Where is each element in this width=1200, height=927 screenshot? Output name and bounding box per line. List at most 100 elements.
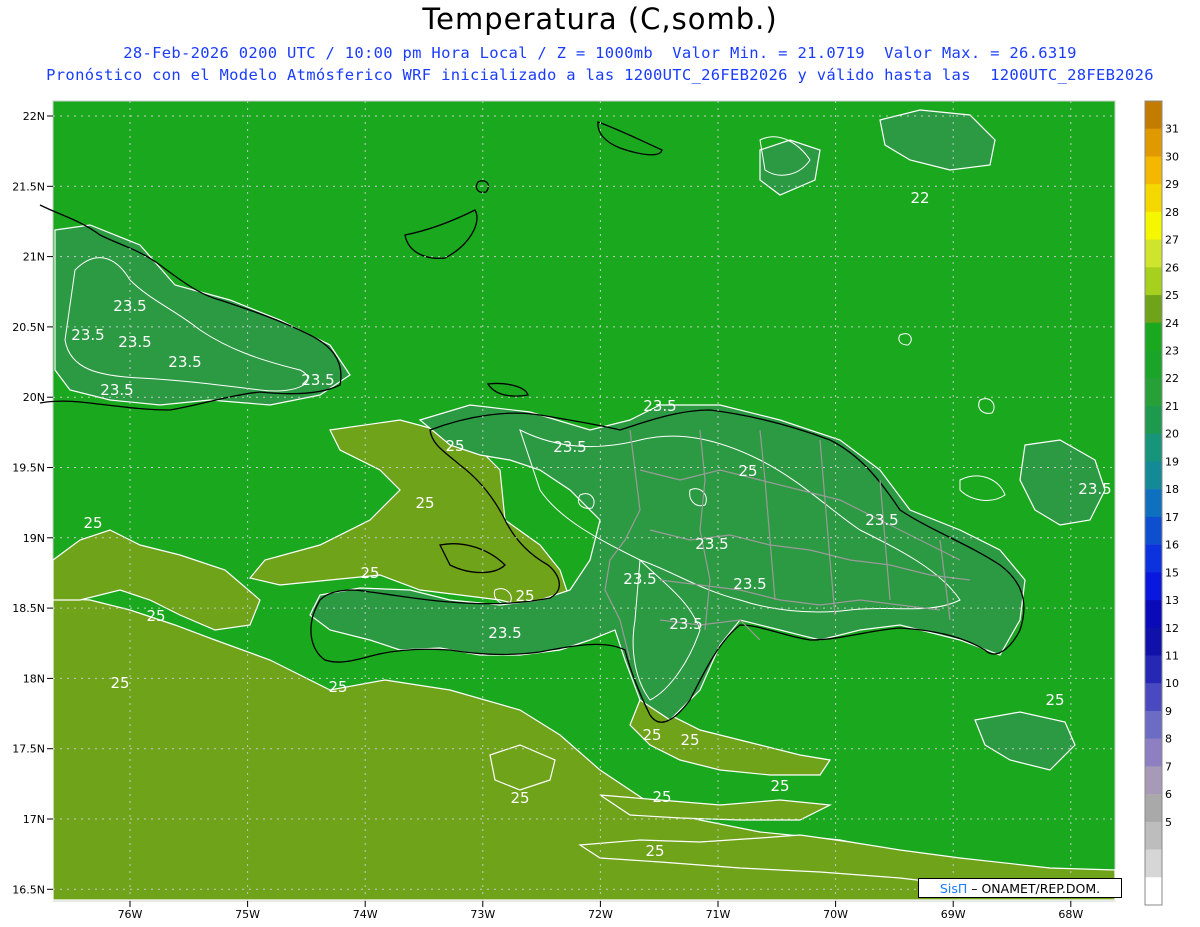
colorbar-label: 29 xyxy=(1165,178,1179,191)
contour-label: 23.5 xyxy=(301,371,334,389)
contour-label: 25 xyxy=(645,842,664,860)
lon-tick-label: 76W xyxy=(118,908,143,921)
colorbar-label: 26 xyxy=(1165,261,1179,274)
contour-label: 25 xyxy=(328,678,347,696)
contour-label: 23.5 xyxy=(168,353,201,371)
colorbar-label: 25 xyxy=(1165,289,1179,302)
lon-tick-label: 72W xyxy=(588,908,613,921)
lat-tick-label: 18.5N xyxy=(12,602,45,615)
colorbar-swatch xyxy=(1145,461,1162,490)
colorbar-label: 23 xyxy=(1165,345,1179,358)
colorbar-swatch xyxy=(1145,378,1162,407)
latitude-labels: 22N 21.5N 21N 20.5N 20N 19.5N 19N 18.5N 18N 17.5N… xyxy=(12,110,45,896)
contour-label: 25 xyxy=(360,564,379,582)
contour-label: 23.5 xyxy=(71,326,104,344)
lat-tick-label: 17N xyxy=(23,813,45,826)
lon-tick-label: 70W xyxy=(823,908,848,921)
colorbar-swatch xyxy=(1145,433,1162,462)
colorbar-swatch xyxy=(1145,156,1162,185)
colorbar-swatch xyxy=(1145,295,1162,324)
colorbar-label: 22 xyxy=(1165,372,1179,385)
contour-label: 23.5 xyxy=(669,615,702,633)
lat-tick-label: 20N xyxy=(23,391,45,404)
contour-label: 23.5 xyxy=(553,438,586,456)
lat-tick-label: 18N xyxy=(23,672,45,685)
subtitle-time-and-range: 28-Feb-2026 0200 UTC / 10:00 pm Hora Loc… xyxy=(123,44,1077,62)
contour-label: 25 xyxy=(445,437,464,455)
contour-label: 25 xyxy=(652,788,671,806)
temperature-map: 22N 21.5N 21N 20.5N 20N 19.5N 19N 18.5N 18N 17.5N… xyxy=(12,100,1179,921)
colorbar-swatch xyxy=(1145,322,1162,351)
colorbar-label: 21 xyxy=(1165,400,1179,413)
colorbar: 31 30 29 28 27 26 25 24 23 22 21 20 19 18 17 16 15 13 12 11… xyxy=(1144,100,1179,906)
contour-label: 25 xyxy=(110,674,129,692)
lat-tick-label: 21.5N xyxy=(12,180,45,193)
longitude-labels: 76W 75W 74W 73W 72W 71W 70W 69W 68W xyxy=(118,908,1084,921)
colorbar-swatch xyxy=(1145,572,1162,601)
colorbar-swatch xyxy=(1145,683,1162,712)
colorbar-label: 7 xyxy=(1165,760,1172,773)
colorbar-label: 5 xyxy=(1165,816,1172,829)
lon-tick-label: 69W xyxy=(941,908,966,921)
colorbar-swatch xyxy=(1145,239,1162,268)
colorbar-swatch xyxy=(1145,877,1162,906)
credit-separator: – xyxy=(971,881,982,896)
contour-label: 25 xyxy=(415,494,434,512)
lon-tick-label: 74W xyxy=(353,908,378,921)
contour-label: 23.5 xyxy=(865,511,898,529)
colorbar-label: 12 xyxy=(1165,622,1179,635)
colorbar-swatch xyxy=(1145,128,1162,157)
colorbar-label: 19 xyxy=(1165,455,1179,468)
subtitle-model-info: Pronóstico con el Modelo Atmósferico WRF… xyxy=(46,66,1154,84)
lat-tick-label: 22N xyxy=(23,110,45,123)
contour-label: 22 xyxy=(910,189,929,207)
lat-tick-label: 19.5N xyxy=(12,462,45,475)
colorbar-swatch xyxy=(1145,710,1162,739)
lon-tick-label: 73W xyxy=(470,908,495,921)
colorbar-swatch xyxy=(1145,766,1162,795)
lat-tick-label: 19N xyxy=(23,532,45,545)
lon-tick-label: 68W xyxy=(1058,908,1083,921)
map-title: Temperatura (C,somb.) xyxy=(422,2,778,36)
lat-tick-label: 16.5N xyxy=(12,883,45,896)
lat-tick-label: 17.5N xyxy=(12,743,45,756)
contour-label: 23.5 xyxy=(643,397,676,415)
colorbar-swatch xyxy=(1145,350,1162,379)
colorbar-label: 11 xyxy=(1165,649,1179,662)
colorbar-label: 24 xyxy=(1165,317,1179,330)
colorbar-swatch xyxy=(1145,600,1162,629)
contour-label: 23.5 xyxy=(488,624,521,642)
colorbar-label: 8 xyxy=(1165,733,1172,746)
colorbar-label: 30 xyxy=(1165,150,1179,163)
colorbar-label: 20 xyxy=(1165,428,1179,441)
colorbar-label: 13 xyxy=(1165,594,1179,607)
contour-label: 25 xyxy=(738,462,757,480)
colorbar-label: 28 xyxy=(1165,206,1179,219)
colorbar-swatch xyxy=(1145,516,1162,545)
colorbar-label: 6 xyxy=(1165,788,1172,801)
colorbar-label: 9 xyxy=(1165,705,1172,718)
contour-label: 23.5 xyxy=(113,297,146,315)
contour-label: 25 xyxy=(83,514,102,532)
colorbar-swatch xyxy=(1145,101,1162,130)
contour-label: 23.5 xyxy=(623,570,656,588)
colorbar-label: 27 xyxy=(1165,234,1179,247)
colorbar-label: 18 xyxy=(1165,483,1179,496)
colorbar-swatch xyxy=(1145,267,1162,296)
contour-label: 25 xyxy=(642,726,661,744)
colorbar-swatch xyxy=(1145,794,1162,823)
contour-label: 23.5 xyxy=(1078,480,1111,498)
colorbar-swatch xyxy=(1145,184,1162,213)
lat-tick-label: 21N xyxy=(23,251,45,264)
colorbar-swatch xyxy=(1145,849,1162,878)
contour-label: 23.5 xyxy=(100,381,133,399)
colorbar-swatch xyxy=(1145,211,1162,240)
colorbar-label: 17 xyxy=(1165,511,1179,524)
lon-tick-label: 75W xyxy=(235,908,260,921)
colorbar-swatch xyxy=(1145,489,1162,518)
contour-label: 25 xyxy=(515,587,534,605)
contour-label: 25 xyxy=(510,789,529,807)
contour-label: 25 xyxy=(146,607,165,625)
colorbar-label: 10 xyxy=(1165,677,1179,690)
credit-org: ONAMET/REP.DOM. xyxy=(981,881,1101,896)
